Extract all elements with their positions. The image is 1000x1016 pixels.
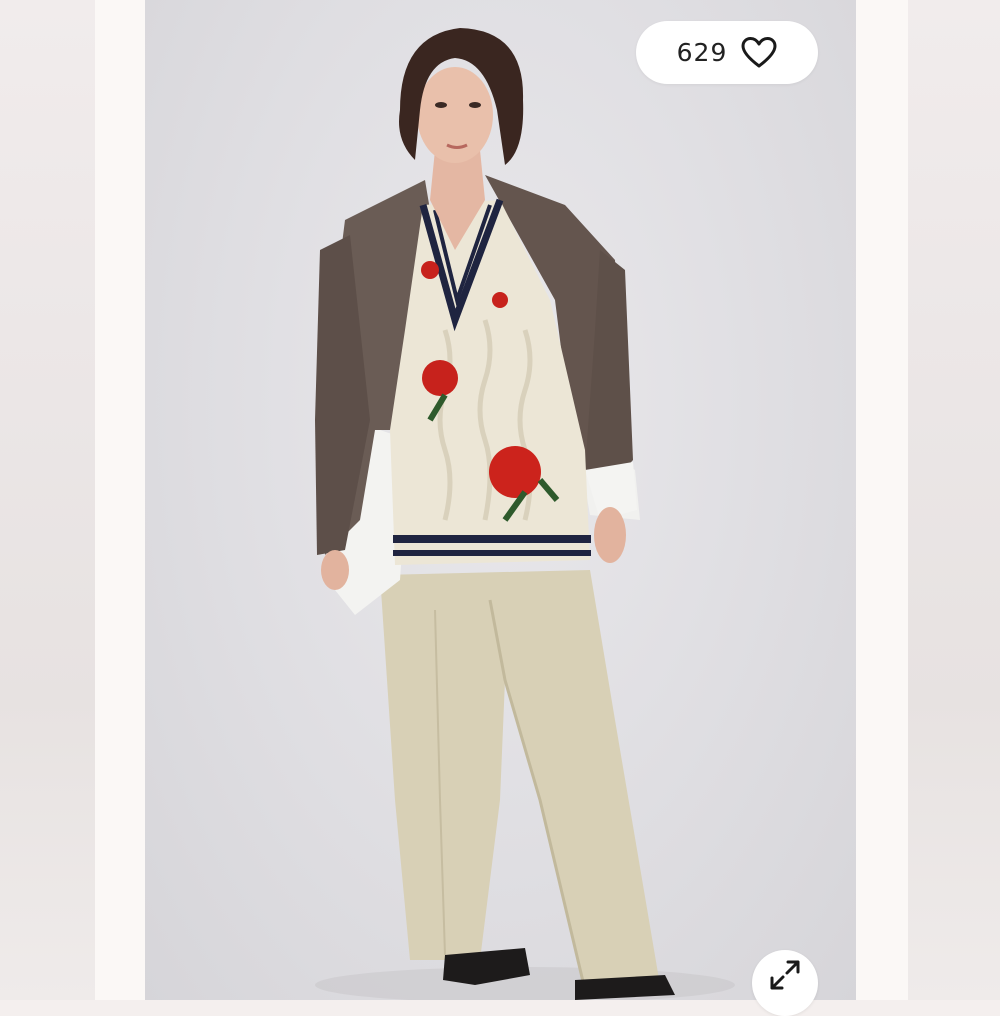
heart-icon <box>741 36 777 67</box>
product-photo[interactable] <box>145 0 856 1000</box>
frame-margin-right <box>856 0 908 1000</box>
blurred-backdrop-right <box>908 0 1000 1000</box>
like-button[interactable]: 629 <box>636 21 818 84</box>
blurred-backdrop-left <box>0 0 95 1000</box>
model-illustration <box>315 28 735 1000</box>
frame-margin-left <box>95 0 145 1000</box>
expand-image-button[interactable] <box>752 950 818 1016</box>
expand-arrows-icon <box>770 960 800 990</box>
like-count: 629 <box>676 38 728 67</box>
